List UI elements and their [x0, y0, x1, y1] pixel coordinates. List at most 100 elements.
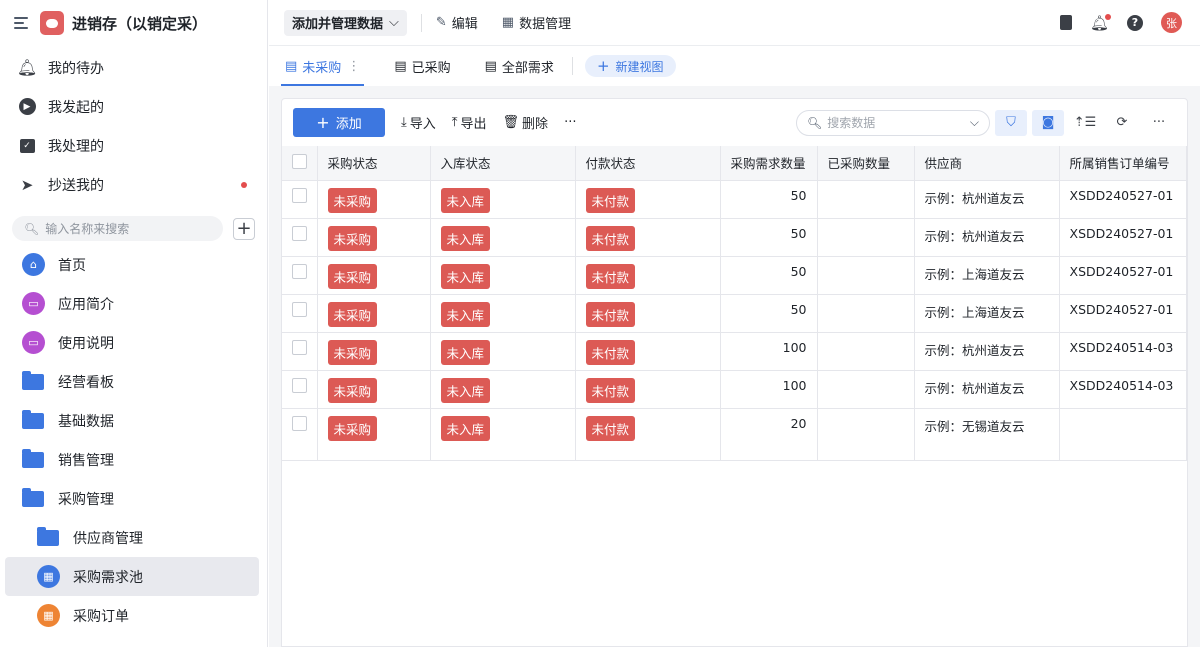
tab-all-demands[interactable]: ▤ 全部需求 [481, 46, 558, 86]
more-button[interactable]: ··· [564, 115, 576, 130]
pencil-icon: ✎ [435, 15, 447, 30]
folder-open-icon [22, 487, 44, 507]
avatar[interactable]: 张 [1161, 12, 1182, 33]
monitor-icon: ▭ [22, 292, 45, 315]
view-settings-button[interactable]: ◙ [1032, 109, 1064, 136]
table-cell: XSDD240527-01 [1059, 218, 1187, 257]
table-row[interactable]: 未采购 未入库 未付款 50 示例：上海道友云 XSDD240527-01 [282, 256, 1187, 295]
sidebar-item-2[interactable]: ▭ 使用说明 [5, 323, 259, 362]
help-icon[interactable]: ? [1127, 14, 1143, 31]
table-row[interactable]: 未采购 未入库 未付款 50 示例：上海道友云 XSDD240527-01 [282, 294, 1187, 333]
nav-item-2[interactable]: ✓ 我处理的 [0, 126, 267, 165]
status-badge: 未采购 [327, 187, 378, 213]
checkbox-cell [282, 370, 318, 409]
sidebar-item-8[interactable]: ▦ 采购需求池 [5, 557, 259, 596]
cell-value: 示例：上海道友云 [924, 266, 1025, 282]
column-header[interactable]: 供应商 [914, 146, 1060, 181]
more-options-button[interactable]: ··· [1143, 110, 1175, 136]
nav-item-1[interactable]: ▶ 我发起的 [0, 87, 267, 126]
cell-value: XSDD240514-03 [1069, 339, 1174, 355]
search-input[interactable]: 🔍︎ 搜索数据 ⌵ [796, 109, 990, 136]
table-cell: 50 [720, 180, 818, 219]
sidebar-item-label: 应用简介 [58, 296, 114, 313]
table-row[interactable]: 未采购 未入库 未付款 20 示例：无锡道友云 [282, 408, 1187, 461]
table-row[interactable]: 未采购 未入库 未付款 50 示例：杭州道友云 XSDD240527-01 [282, 180, 1187, 219]
sidebar: 进销存（以销定采） 🔔︎ 我的待办 ▶ 我发起的 ✓ 我处理的 ➤ 抄送我的 🔍︎ 输入名称来搜… [0, 0, 268, 647]
nav-item-3[interactable]: ➤ 抄送我的 [0, 165, 267, 204]
folder-icon [22, 409, 44, 429]
unread-dot [241, 181, 247, 188]
data-manage-button[interactable]: ▦ 数据管理 [502, 13, 571, 32]
import-button[interactable]: ⤓ 导入 [401, 113, 436, 132]
row-checkbox[interactable] [292, 225, 307, 241]
search-icon: 🔍︎ [807, 115, 823, 130]
nav-item-0[interactable]: 🔔︎ 我的待办 [0, 48, 267, 87]
menu-icon[interactable] [14, 17, 28, 29]
table-cell: 示例：杭州道友云 [914, 218, 1060, 257]
sidebar-item-5[interactable]: 销售管理 [5, 440, 259, 479]
more-vertical-icon[interactable]: ⋮ [347, 59, 360, 74]
table-cell: 50 [720, 218, 818, 257]
sidebar-item-9[interactable]: ▦ 采购订单 [5, 596, 259, 635]
row-checkbox[interactable] [292, 377, 307, 393]
sidebar-item-7[interactable]: 供应商管理 [5, 518, 259, 557]
table-cell: 未采购 [317, 180, 431, 219]
table-cell: 100 [720, 332, 818, 371]
sidebar-item-6[interactable]: 采购管理 [5, 479, 259, 518]
sidebar-item-0[interactable]: ⌂ 首页 [5, 245, 259, 284]
table-row[interactable]: 未采购 未入库 未付款 100 示例：杭州道友云 XSDD240514-03 [282, 332, 1187, 371]
row-checkbox[interactable] [292, 301, 307, 317]
filter-button[interactable]: ⛉ [995, 109, 1027, 136]
row-checkbox[interactable] [292, 263, 307, 279]
sidebar-item-1[interactable]: ▭ 应用简介 [5, 284, 259, 323]
refresh-button[interactable]: ⟳ [1106, 110, 1138, 136]
download-icon: ⤓ [401, 115, 407, 130]
chevron-down-icon[interactable]: ⌵ [970, 115, 979, 130]
cell-value: 50 [790, 263, 807, 279]
status-badge: 未采购 [327, 377, 378, 403]
column-header[interactable]: 所属销售订单编号 [1059, 146, 1187, 181]
notebook-icon[interactable] [1059, 15, 1072, 30]
sidebar-item-3[interactable]: 经营看板 [5, 362, 259, 401]
table-row[interactable]: 未采购 未入库 未付款 50 示例：杭州道友云 XSDD240527-01 [282, 218, 1187, 257]
inbox-check-icon: ✓ [18, 137, 36, 155]
status-badge: 未入库 [440, 263, 491, 289]
column-header[interactable]: 采购状态 [317, 146, 431, 181]
view-eye-icon: ◙ [1041, 115, 1055, 130]
trash-icon: 🗑︎ [502, 115, 520, 130]
table-row[interactable]: 未采购 未入库 未付款 100 示例：杭州道友云 XSDD240514-03 [282, 370, 1187, 409]
column-header[interactable]: 入库状态 [430, 146, 576, 181]
add-manage-data-dropdown[interactable]: 添加并管理数据 ⌵ [284, 9, 407, 36]
select-all-checkbox[interactable] [292, 153, 307, 169]
export-button[interactable]: ⤒ 导出 [452, 113, 487, 132]
sort-button[interactable]: ⇡☰ [1069, 110, 1101, 136]
status-badge: 未付款 [585, 263, 636, 289]
table-cell: 示例：杭州道友云 [914, 180, 1060, 219]
sidebar-item-label: 采购订单 [73, 608, 129, 625]
column-header[interactable]: 采购需求数量 [720, 146, 818, 181]
table-cell: 未付款 [575, 332, 721, 371]
table-cell: 未入库 [430, 218, 576, 257]
app-logo [40, 11, 64, 35]
cell-value: 20 [790, 415, 807, 431]
delete-button[interactable]: 🗑︎ 删除 [503, 113, 549, 132]
divider [571, 57, 573, 75]
row-checkbox[interactable] [292, 415, 307, 431]
row-checkbox[interactable] [292, 187, 307, 203]
sidebar-search-input[interactable]: 🔍︎ 输入名称来搜索 [12, 216, 223, 241]
new-view-button[interactable]: + 新建视图 [584, 55, 676, 77]
sidebar-item-4[interactable]: 基础数据 [5, 401, 259, 440]
status-badge: 未入库 [440, 225, 491, 251]
row-checkbox[interactable] [292, 339, 307, 355]
table-cell: 未入库 [430, 332, 576, 371]
checkbox-cell [282, 294, 318, 333]
cell-value: 50 [790, 301, 807, 317]
edit-button[interactable]: ✎ 编辑 [436, 13, 478, 32]
column-header[interactable]: 已采购数量 [817, 146, 915, 181]
add-menu-button[interactable]: + [233, 217, 255, 240]
tab-unpurchased[interactable]: ▤ 未采购 ⋮ [281, 46, 365, 86]
tab-purchased[interactable]: ▤ 已采购 [390, 46, 454, 86]
column-header[interactable]: 付款状态 [575, 146, 721, 181]
add-button[interactable]: + 添加 [293, 108, 385, 137]
notification-bell-icon[interactable]: 🔔︎ [1090, 13, 1111, 32]
